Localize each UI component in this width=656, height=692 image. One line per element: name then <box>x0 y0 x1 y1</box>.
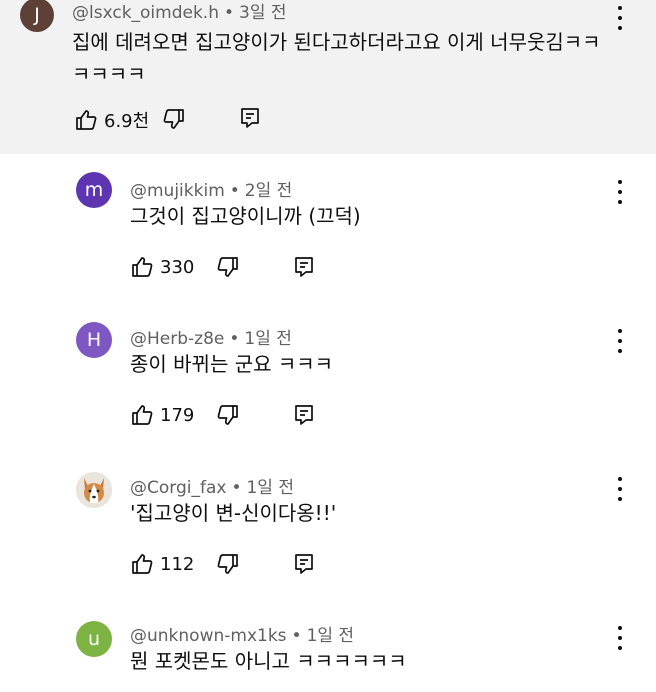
avatar[interactable]: u <box>76 621 112 657</box>
thumbs-down-icon[interactable] <box>216 255 240 279</box>
like-button[interactable]: 179 <box>130 403 194 427</box>
avatar-letter: u <box>87 628 101 650</box>
thumbs-up-icon <box>76 110 97 130</box>
reply-icon[interactable] <box>238 106 262 130</box>
comment-meta: @Herb-z8e • 1일 전 <box>130 324 292 349</box>
username[interactable]: @Corgi_fax <box>130 478 226 498</box>
thumbs-up-icon <box>132 554 153 574</box>
avatar[interactable] <box>76 472 112 508</box>
comment-text-line: ㅋㅋㅋㅋ <box>72 62 146 86</box>
thumbs-down-icon[interactable] <box>216 552 240 576</box>
avatar-letter: J <box>34 4 40 26</box>
corgi-avatar-icon <box>76 472 112 508</box>
avatar[interactable]: H <box>76 322 112 358</box>
separator: • <box>291 626 302 646</box>
thumbs-up-icon <box>132 405 153 425</box>
timestamp[interactable]: 3일 전 <box>239 3 287 23</box>
username[interactable]: @unknown-mx1ks <box>130 626 287 646</box>
more-options-icon[interactable] <box>616 180 624 204</box>
username[interactable]: @Herb-z8e <box>130 329 224 349</box>
username[interactable]: @lsxck_oimdek.h <box>72 3 219 23</box>
like-button[interactable]: 6.9천 <box>74 107 149 133</box>
like-count: 112 <box>160 553 195 575</box>
comment-text: 그것이 집고양이니까 (끄덕) <box>130 204 361 228</box>
reply-icon[interactable] <box>292 552 316 576</box>
thumbs-down-icon[interactable] <box>162 107 186 131</box>
like-button[interactable]: 112 <box>130 552 194 576</box>
comment-meta: @Corgi_fax • 1일 전 <box>130 473 294 498</box>
thumbs-down-icon[interactable] <box>216 403 240 427</box>
comment-meta: @unknown-mx1ks • 1일 전 <box>130 621 354 646</box>
more-options-icon[interactable] <box>616 477 624 501</box>
like-button[interactable]: 330 <box>130 255 194 279</box>
separator: • <box>229 329 240 349</box>
more-options-icon[interactable] <box>616 329 624 353</box>
timestamp[interactable]: 1일 전 <box>244 329 292 349</box>
comment-text: 뭔 포켓몬도 아니고 ㅋㅋㅋㅋㅋㅋ <box>130 649 407 673</box>
like-count: 6.9천 <box>104 111 150 132</box>
timestamp[interactable]: 2일 전 <box>245 181 293 201</box>
comment-meta: @lsxck_oimdek.h • 3일 전 <box>72 0 287 23</box>
username[interactable]: @mujikkim <box>130 181 225 201</box>
comment-text-line: 집에 데려오면 집고양이가 된다고하더라고요 이게 너무웃김ㅋㅋ <box>72 30 601 54</box>
thumbs-up-icon <box>132 257 153 277</box>
avatar[interactable]: m <box>76 172 112 208</box>
comment-text: 집에 데려오면 집고양이가 된다고하더라고요 이게 너무웃김ㅋㅋ ㅋㅋㅋㅋ <box>72 26 632 90</box>
timestamp[interactable]: 1일 전 <box>246 478 294 498</box>
separator: • <box>229 181 240 201</box>
comment-text: 종이 바뀌는 군요 ㅋㅋㅋ <box>130 352 334 376</box>
separator: • <box>231 478 242 498</box>
more-options-icon[interactable] <box>616 626 624 650</box>
like-count: 330 <box>160 256 195 278</box>
reply-icon[interactable] <box>292 403 316 427</box>
avatar-letter: H <box>86 329 102 351</box>
comment-text: '집고양이 변-신이다옹!!' <box>130 501 337 525</box>
like-count: 179 <box>160 404 195 426</box>
timestamp[interactable]: 1일 전 <box>307 626 355 646</box>
comment-meta: @mujikkim • 2일 전 <box>130 176 292 201</box>
reply-icon[interactable] <box>292 255 316 279</box>
separator: • <box>224 3 235 23</box>
avatar-letter: m <box>84 179 104 201</box>
